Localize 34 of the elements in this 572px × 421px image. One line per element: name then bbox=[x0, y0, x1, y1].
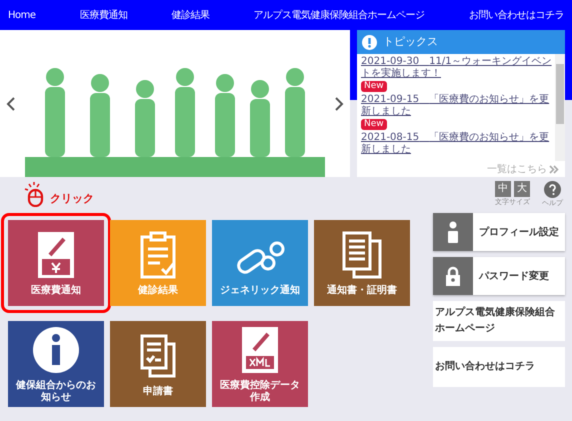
alert-icon bbox=[362, 34, 377, 50]
nav-link[interactable]: アルプス電気健康保険組合ホームページ bbox=[254, 8, 425, 22]
lock-icon bbox=[445, 266, 461, 286]
new-badge: New bbox=[361, 119, 387, 130]
menu-tile[interactable]: 健保組合からのお知らせ bbox=[8, 321, 104, 407]
help-icon[interactable] bbox=[544, 181, 561, 198]
topic-link[interactable]: 2021-09-15 「医療費のお知らせ」を更新しました bbox=[361, 94, 555, 118]
nav-link[interactable]: お問い合わせはコチラ bbox=[468, 8, 564, 22]
previous-slide-icon[interactable] bbox=[6, 96, 16, 112]
menu-tile[interactable]: 医療費控除データ作成 bbox=[212, 321, 308, 407]
topic-link[interactable]: 2021-09-30 11/1～ウォーキングイベントを実施します！ bbox=[361, 56, 555, 80]
nav-link[interactable]: 医療費通知 bbox=[80, 8, 128, 22]
person-icon bbox=[446, 221, 460, 243]
new-badge: New bbox=[361, 81, 387, 92]
side-menu-button[interactable]: プロフィール設定 bbox=[433, 213, 565, 251]
topic-link[interactable]: 2021-08-15 「医療費のお知らせ」を更新しました bbox=[361, 132, 555, 156]
topics-title: トピックス bbox=[383, 34, 438, 50]
menu-tile[interactable]: ジェネリック通知 bbox=[212, 220, 308, 306]
menu-tile[interactable]: 通知書・証明書 bbox=[314, 220, 410, 306]
menu-tile[interactable]: 申請書 bbox=[110, 321, 206, 407]
info-icon bbox=[30, 324, 82, 376]
nav-link[interactable]: Home bbox=[8, 8, 36, 22]
mouse-click-icon bbox=[24, 181, 46, 207]
scrollbar[interactable] bbox=[555, 54, 565, 161]
next-slide-icon[interactable] bbox=[334, 96, 344, 112]
side-menu-button[interactable]: パスワード変更 bbox=[433, 257, 565, 295]
text-size-button[interactable]: 中 bbox=[495, 181, 511, 197]
menu-tile[interactable]: 医療費通知 bbox=[8, 220, 104, 306]
side-menu-link[interactable]: アルプス電気健康保険組合ホームページ bbox=[433, 301, 565, 341]
side-menu-link[interactable]: お問い合わせはコチラ bbox=[433, 347, 565, 387]
nav-link[interactable]: 健診結果 bbox=[172, 8, 210, 22]
text-size-button[interactable]: 大 bbox=[514, 181, 530, 197]
click-hint-label: クリック bbox=[50, 190, 94, 206]
double-chevron-icon bbox=[549, 164, 559, 174]
